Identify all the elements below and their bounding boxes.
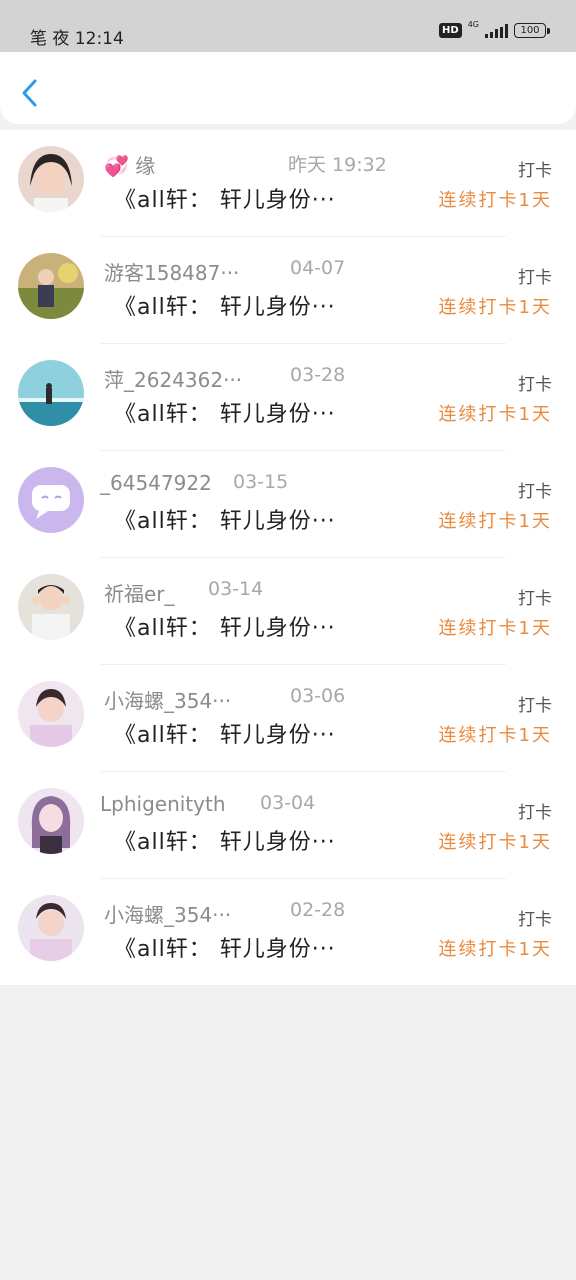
checkin-label: 打卡 [518, 161, 552, 181]
streak-label: 连续打卡1天 [438, 297, 552, 318]
streak-label: 连续打卡1天 [438, 618, 552, 639]
date: 03-14 [208, 578, 264, 600]
list-item[interactable]: 💞 缘 昨天 19:32 《all轩： 轩儿身份··· 打卡 连续打卡1天 [0, 130, 576, 237]
header [0, 52, 576, 124]
list-item[interactable]: 萍_2624362··· 03-28 《all轩： 轩儿身份··· 打卡 连续打… [0, 344, 576, 451]
message-preview: 《all轩： 轩儿身份··· [114, 723, 336, 748]
checkin-label: 打卡 [518, 375, 552, 395]
user-name: 小海螺_354··· [104, 689, 232, 713]
streak-label: 连续打卡1天 [438, 832, 552, 853]
message-preview: 《all轩： 轩儿身份··· [114, 509, 336, 534]
user-name: 祈福er_ [104, 582, 175, 606]
user-name: 游客158487··· [104, 261, 240, 285]
checkin-label: 打卡 [518, 803, 552, 823]
list-item[interactable]: 祈福er_ 03-14 《all轩： 轩儿身份··· 打卡 连续打卡1天 [0, 558, 576, 665]
avatar[interactable] [18, 788, 84, 854]
streak-label: 连续打卡1天 [438, 939, 552, 960]
user-name: _64547922 [100, 471, 212, 495]
status-icons: HD 4G 100 [439, 20, 550, 38]
date: 03-28 [290, 364, 346, 386]
list-item[interactable]: 小海螺_354··· 03-06 《all轩： 轩儿身份··· 打卡 连续打卡1… [0, 665, 576, 772]
user-name: 萍_2624362··· [104, 368, 243, 392]
hd-badge: HD [439, 23, 462, 38]
streak-label: 连续打卡1天 [438, 404, 552, 425]
avatar[interactable] [18, 574, 84, 640]
date: 03-15 [233, 471, 289, 493]
message-preview: 《all轩： 轩儿身份··· [114, 188, 336, 213]
avatar[interactable] [18, 360, 84, 426]
user-name: 💞 缘 [104, 154, 156, 178]
status-bar: 笔 夜 12:14 HD 4G 100 [0, 0, 576, 52]
message-preview: 《all轩： 轩儿身份··· [114, 937, 336, 962]
date: 02-28 [290, 899, 346, 921]
message-preview: 《all轩： 轩儿身份··· [114, 830, 336, 855]
message-preview: 《all轩： 轩儿身份··· [114, 616, 336, 641]
date: 昨天 19:32 [288, 154, 387, 176]
user-name: 小海螺_354··· [104, 903, 232, 927]
checkin-label: 打卡 [518, 910, 552, 930]
battery-icon: 100 [514, 23, 550, 38]
streak-label: 连续打卡1天 [438, 511, 552, 532]
checkin-list: 💞 缘 昨天 19:32 《all轩： 轩儿身份··· 打卡 连续打卡1天 游客… [0, 130, 576, 985]
list-item[interactable]: 小海螺_354··· 02-28 《all轩： 轩儿身份··· 打卡 连续打卡1… [0, 879, 576, 986]
streak-label: 连续打卡1天 [438, 725, 552, 746]
message-preview: 《all轩： 轩儿身份··· [114, 295, 336, 320]
checkin-label: 打卡 [518, 589, 552, 609]
avatar[interactable] [18, 253, 84, 319]
checkin-label: 打卡 [518, 696, 552, 716]
back-button[interactable] [18, 78, 42, 108]
chevron-left-icon [22, 79, 37, 107]
checkin-label: 打卡 [518, 268, 552, 288]
date: 04-07 [290, 257, 346, 279]
checkin-label: 打卡 [518, 482, 552, 502]
avatar[interactable] [18, 146, 84, 212]
user-name: Lphigenityth [100, 792, 226, 816]
message-preview: 《all轩： 轩儿身份··· [114, 402, 336, 427]
avatar[interactable] [18, 681, 84, 747]
list-item[interactable]: 游客158487··· 04-07 《all轩： 轩儿身份··· 打卡 连续打卡… [0, 237, 576, 344]
date: 03-04 [260, 792, 316, 814]
status-time: 笔 夜 12:14 [30, 29, 124, 49]
list-item[interactable]: _64547922 03-15 《all轩： 轩儿身份··· 打卡 连续打卡1天 [0, 451, 576, 558]
avatar[interactable] [18, 895, 84, 961]
date: 03-06 [290, 685, 346, 707]
signal-icon [485, 23, 508, 38]
list-item[interactable]: Lphigenityth 03-04 《all轩： 轩儿身份··· 打卡 连续打… [0, 772, 576, 879]
network-type: 4G [467, 20, 479, 29]
streak-label: 连续打卡1天 [438, 190, 552, 211]
avatar[interactable] [18, 467, 84, 533]
